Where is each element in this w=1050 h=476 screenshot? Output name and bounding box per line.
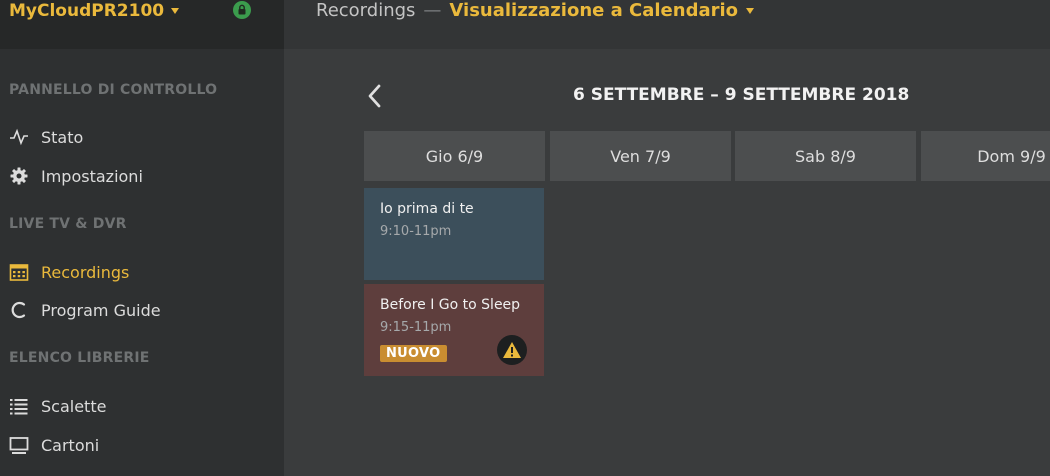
- sidebar-item-recordings[interactable]: Recordings: [9, 262, 129, 282]
- app-window: MyCloudPR2100 PANNELLO DI CONTROLLO Stat…: [0, 0, 1050, 476]
- chevron-down-icon: [746, 7, 755, 14]
- sidebar-item-label: Program Guide: [41, 300, 161, 320]
- event-time: 9:10-11pm: [380, 224, 452, 239]
- recording-event[interactable]: Io prima di te 9:10-11pm: [364, 188, 544, 280]
- sidebar: MyCloudPR2100 PANNELLO DI CONTROLLO Stat…: [0, 0, 284, 476]
- new-badge: NUOVO: [380, 345, 447, 362]
- activity-icon: [10, 128, 28, 146]
- chevron-down-icon: [171, 8, 180, 14]
- breadcrumb: Recordings — Visualizzazione a Calendari…: [316, 0, 755, 21]
- sidebar-item-scalette[interactable]: Scalette: [9, 396, 106, 416]
- section-title-control-panel: PANNELLO DI CONTROLLO: [9, 82, 218, 98]
- lock-icon[interactable]: [233, 1, 251, 19]
- view-selector[interactable]: Visualizzazione a Calendario: [449, 0, 755, 21]
- sidebar-item-label: Impostazioni: [41, 166, 143, 186]
- gear-icon: [10, 167, 28, 185]
- recording-event[interactable]: Before I Go to Sleep 9:15-11pm NUOVO: [364, 284, 544, 376]
- server-name: MyCloudPR2100: [9, 1, 165, 21]
- section-title-live-tv: LIVE TV & DVR: [9, 216, 127, 232]
- sidebar-item-label: Recordings: [41, 262, 130, 282]
- day-header-sat: Sab 8/9: [735, 131, 916, 181]
- event-title: Io prima di te: [380, 201, 474, 217]
- section-title-libraries: ELENCO LIBRERIE: [9, 350, 150, 366]
- breadcrumb-separator: —: [423, 0, 442, 21]
- chevron-left-icon[interactable]: [364, 83, 386, 109]
- sidebar-item-program-guide[interactable]: Program Guide: [9, 300, 161, 320]
- sidebar-item-label: Cartoni: [41, 435, 100, 455]
- calendar-icon: [9, 264, 29, 281]
- warning-icon[interactable]: [497, 335, 527, 365]
- sidebar-item-label: Stato: [41, 127, 84, 147]
- server-selector[interactable]: MyCloudPR2100: [9, 1, 180, 21]
- event-time: 9:15-11pm: [380, 320, 452, 335]
- view-label: Visualizzazione a Calendario: [449, 0, 739, 21]
- date-range-title: 6 SETTEMBRE – 9 SETTEMBRE 2018: [573, 85, 910, 105]
- warning-triangle-icon: [503, 342, 521, 358]
- sidebar-item-stato[interactable]: Stato: [9, 127, 83, 147]
- sidebar-header: MyCloudPR2100: [0, 0, 284, 49]
- sidebar-item-impostazioni[interactable]: Impostazioni: [9, 166, 143, 186]
- top-header: Recordings — Visualizzazione a Calendari…: [284, 0, 1050, 49]
- day-header-thu: Gio 6/9: [364, 131, 545, 181]
- day-header-fri: Ven 7/9: [550, 131, 731, 181]
- list-icon: [10, 399, 28, 415]
- spinner-icon: [11, 301, 26, 319]
- day-header-sun: Dom 9/9: [921, 131, 1050, 181]
- breadcrumb-parent[interactable]: Recordings: [316, 0, 415, 21]
- event-title: Before I Go to Sleep: [380, 297, 521, 313]
- sidebar-item-cartoni[interactable]: Cartoni: [9, 435, 99, 455]
- sidebar-item-label: Scalette: [41, 396, 107, 416]
- monitor-icon: [9, 437, 29, 454]
